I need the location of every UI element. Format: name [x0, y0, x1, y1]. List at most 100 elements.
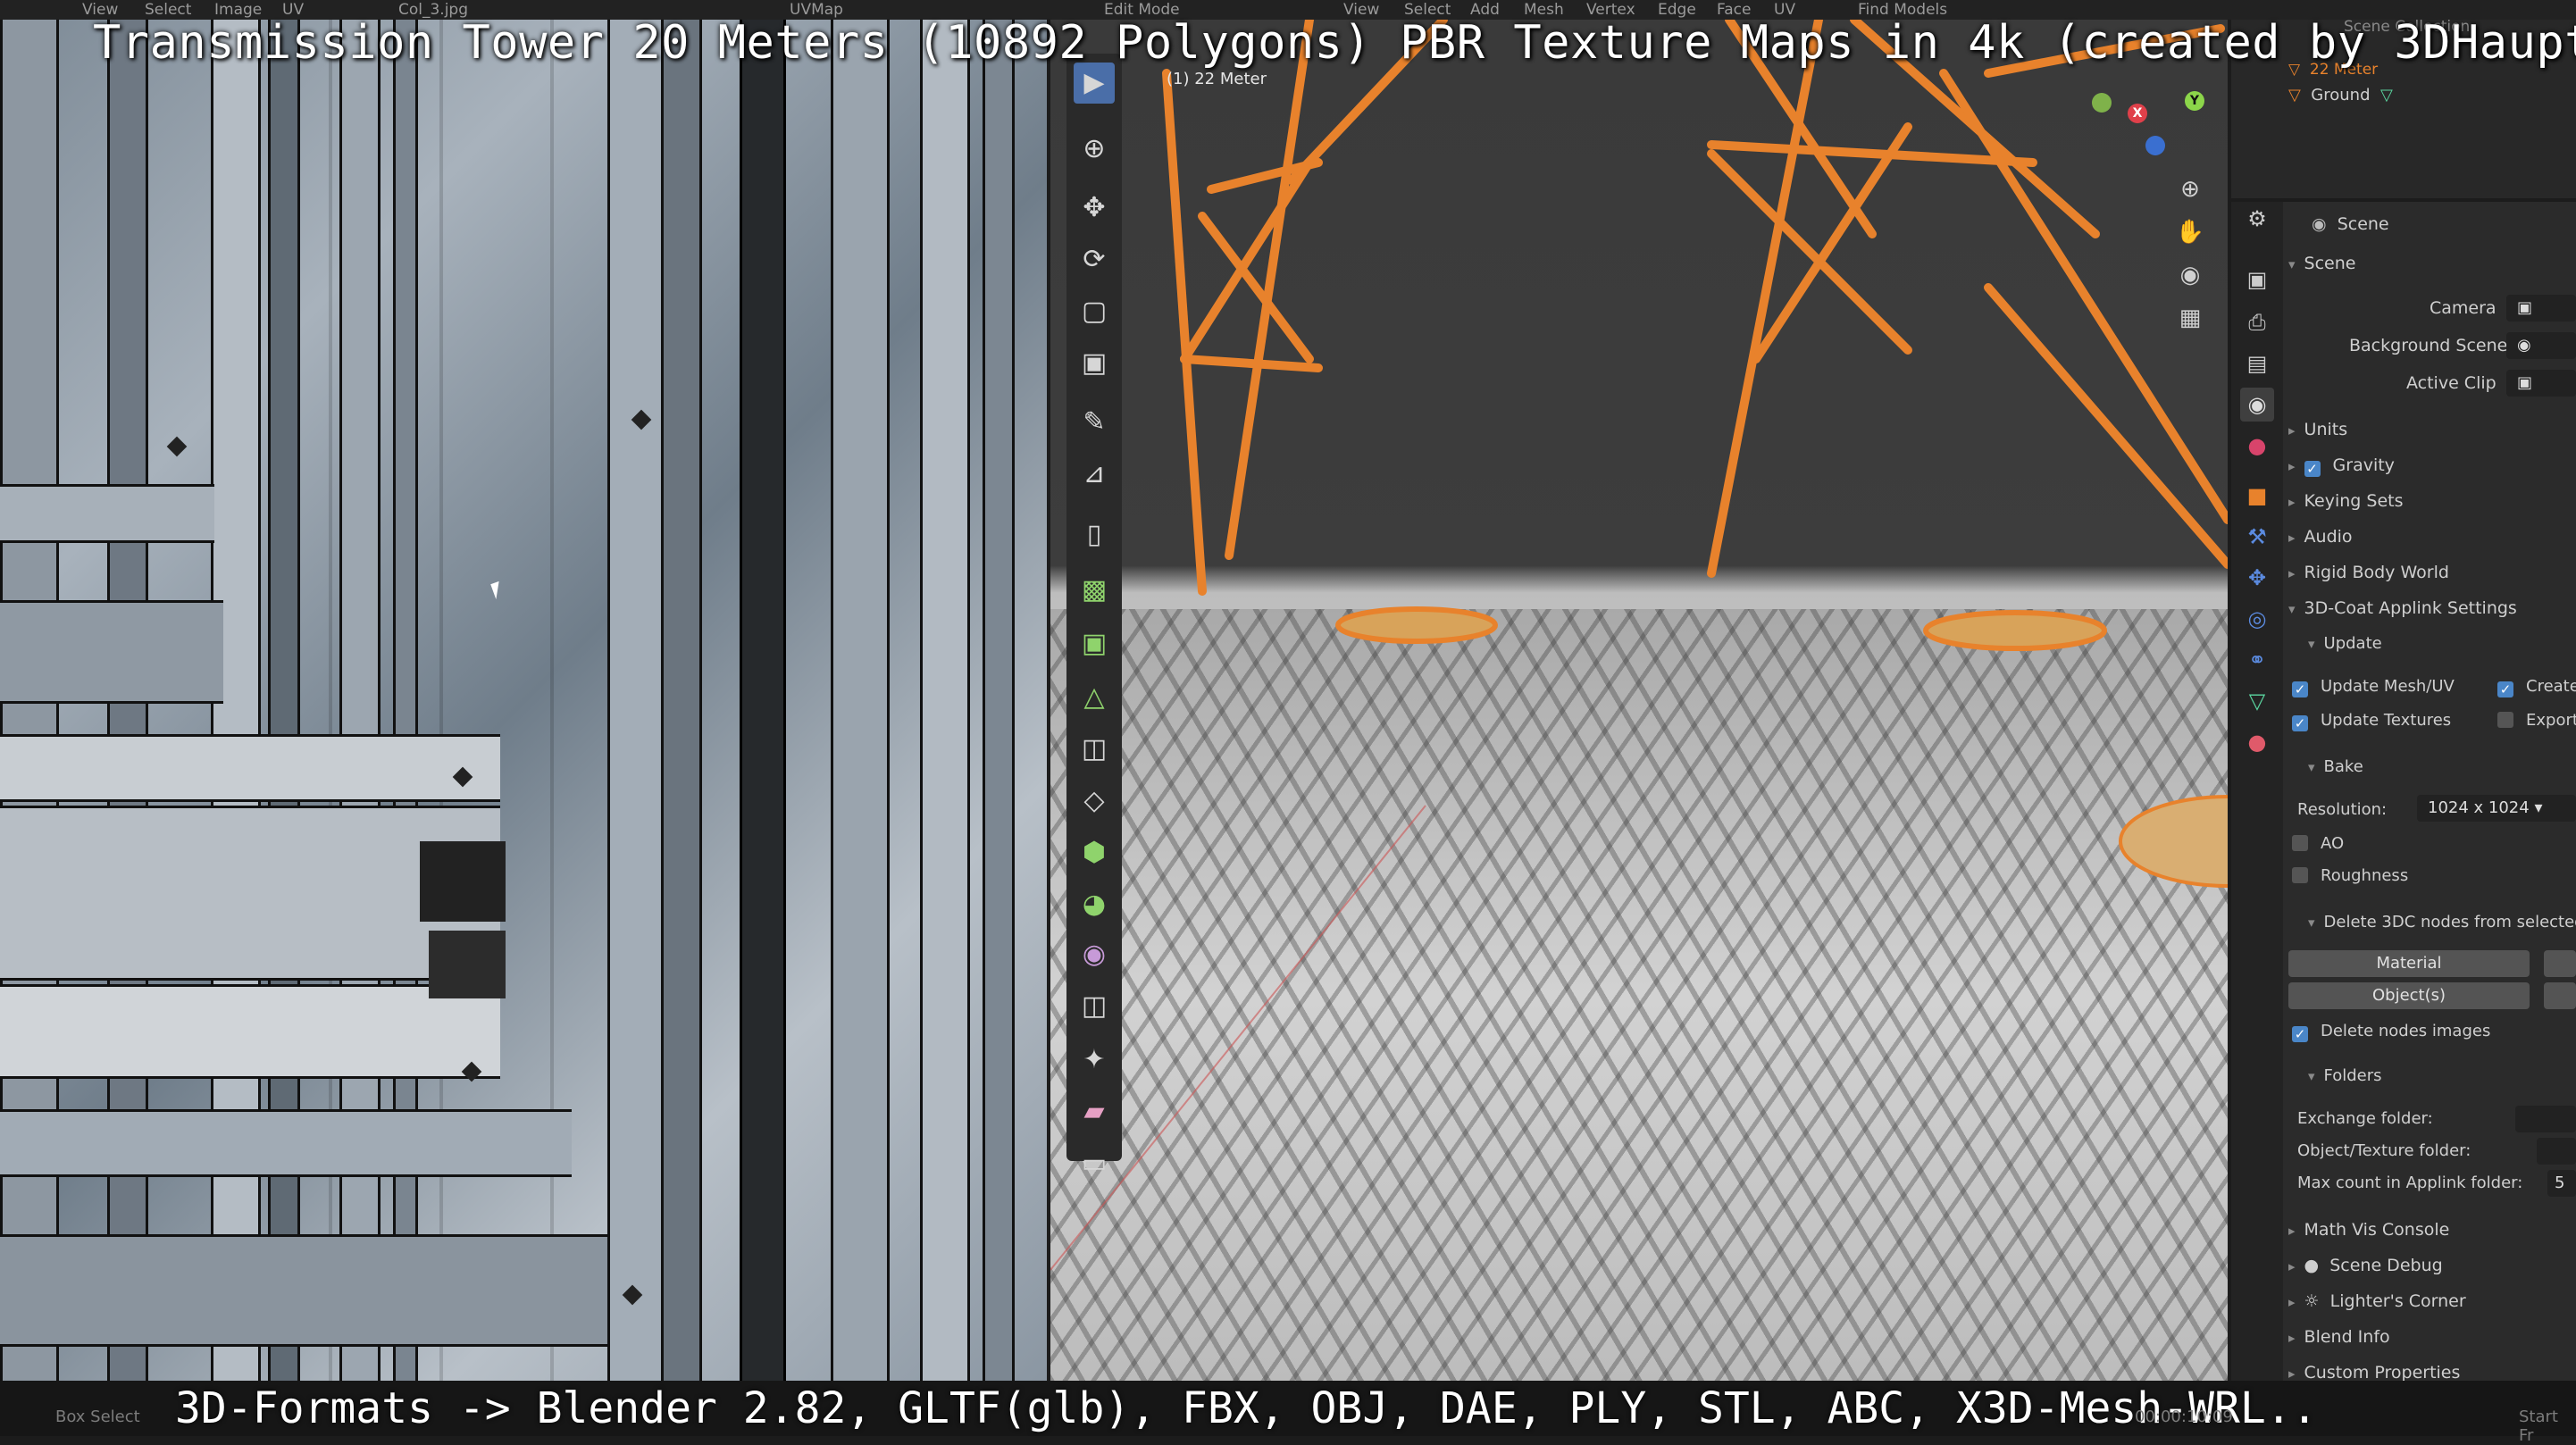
resolution-dropdown[interactable]: 1024 x 1024 ▾ [2417, 795, 2576, 822]
ortho-grid-icon[interactable]: ▦ [2170, 298, 2210, 338]
ao-checkbox[interactable] [2292, 835, 2308, 851]
panel-gravity[interactable]: Gravity [2288, 455, 2395, 477]
uv-island [339, 20, 381, 1384]
export-label: Export [2526, 711, 2576, 730]
material-tab-icon[interactable]: ● [2240, 725, 2274, 759]
zoom-icon[interactable]: ⊕ [2170, 170, 2210, 209]
edge-slide-icon[interactable]: ◫ [1074, 986, 1115, 1027]
object-texture-folder-field[interactable] [2537, 1138, 2576, 1165]
scene-icon: ◉ [2312, 214, 2327, 234]
delete-images-checkbox[interactable] [2292, 1026, 2308, 1042]
background-scene-field[interactable]: ◉ [2506, 332, 2576, 359]
panel-scene-debug[interactable]: ● Scene Debug [2288, 1256, 2443, 1275]
bevel-icon[interactable]: △ [1074, 677, 1115, 718]
gravity-checkbox[interactable] [2304, 461, 2321, 477]
panel-lighters-corner[interactable]: ☼ Lighter's Corner [2288, 1291, 2466, 1311]
loop-cut-icon[interactable]: ◫ [1074, 729, 1115, 770]
objects-button[interactable]: Object(s) [2288, 982, 2530, 1009]
3d-viewport[interactable]: (1) 22 Meter X Y ⊕ ✋ ◉ ▦ [1050, 20, 2228, 1384]
gizmo-y-axis[interactable]: Y [2185, 91, 2204, 111]
material-button[interactable]: Material [2288, 950, 2530, 977]
tool-tab-icon[interactable]: ⚙ [2240, 202, 2274, 236]
camera-label: Camera [2430, 298, 2497, 318]
exchange-folder-field[interactable] [2515, 1106, 2576, 1132]
panel-audio[interactable]: Audio [2288, 527, 2353, 547]
panel-rigid-body[interactable]: Rigid Body World [2288, 563, 2449, 582]
annotate-icon[interactable]: ✎ [1074, 402, 1115, 443]
delete-images-option[interactable]: Delete nodes images [2292, 1022, 2490, 1042]
subpanel-update[interactable]: Update [2308, 634, 2382, 653]
smooth-icon[interactable]: ◉ [1074, 934, 1115, 975]
panel-3dcoat-applink[interactable]: 3D-Coat Applink Settings [2288, 598, 2517, 618]
gizmo-z-axis[interactable] [2145, 136, 2165, 155]
move-icon[interactable]: ✥ [1074, 188, 1115, 229]
scene-tab-icon[interactable]: ◉ [2240, 388, 2274, 422]
panel-keying-sets[interactable]: Keying Sets [2288, 491, 2404, 511]
shrink-fatten-icon[interactable]: ✦ [1074, 1040, 1115, 1081]
uv-editor[interactable] [0, 20, 1047, 1384]
spin-icon[interactable]: ◕ [1074, 884, 1115, 925]
panel-scene-header[interactable]: Scene [2288, 254, 2356, 273]
panel-math-vis[interactable]: Math Vis Console [2288, 1220, 2450, 1240]
create-option[interactable]: Create [2497, 677, 2576, 697]
gizmo-x-axis[interactable]: X [2128, 104, 2147, 123]
update-mesh-checkbox[interactable] [2292, 681, 2308, 697]
inset-icon[interactable]: ▣ [1074, 623, 1115, 664]
create-label: Create [2526, 677, 2576, 696]
material-extra-button[interactable] [2544, 950, 2576, 977]
uv-island [0, 600, 223, 704]
update-mesh-option[interactable]: Update Mesh/UV [2292, 677, 2455, 697]
scale-icon[interactable]: ▢ [1074, 291, 1115, 332]
cursor-icon[interactable]: ⊕ [1074, 129, 1115, 170]
pan-hand-icon[interactable]: ✋ [2170, 213, 2210, 252]
uv-island [0, 734, 500, 802]
tower-wireframe [1050, 20, 2228, 1271]
transform-icon[interactable]: ▣ [1074, 343, 1115, 384]
tower-footing [1335, 606, 1498, 644]
constraints-tab-icon[interactable]: ⚭ [2240, 643, 2274, 677]
extrude-icon[interactable]: ▩ [1074, 570, 1115, 611]
outliner-item-ground[interactable]: ▽ Ground ▽ [2288, 86, 2393, 104]
roughness-checkbox[interactable] [2292, 867, 2308, 883]
roughness-option[interactable]: Roughness [2292, 866, 2408, 885]
box-select-status: Box Select [55, 1407, 140, 1426]
add-cube-icon[interactable]: ▯ [1074, 514, 1115, 555]
update-textures-option[interactable]: Update Textures [2292, 711, 2451, 731]
panel-custom-properties[interactable]: Custom Properties [2288, 1363, 2461, 1382]
knife-icon[interactable]: ◇ [1074, 781, 1115, 822]
modifier-tab-icon[interactable]: ⚒ [2240, 520, 2274, 554]
object-texture-folder-label: Object/Texture folder: [2297, 1141, 2471, 1160]
data-tab-icon[interactable]: ▽ [2240, 684, 2274, 718]
resolution-label: Resolution: [2297, 800, 2388, 819]
uv-island [268, 20, 300, 1384]
rip-region-icon[interactable]: ▭ [1074, 1143, 1115, 1184]
panel-units[interactable]: Units [2288, 420, 2348, 439]
subpanel-delete-nodes[interactable]: Delete 3DC nodes from selected [2308, 913, 2576, 931]
physics-tab-icon[interactable]: ◎ [2240, 602, 2274, 636]
poly-build-icon[interactable]: ⬢ [1074, 832, 1115, 873]
objects-extra-button[interactable] [2544, 982, 2576, 1009]
render-tab-icon[interactable]: ▣ [2240, 263, 2274, 297]
export-option[interactable]: Export [2497, 711, 2576, 730]
panel-blend-info[interactable]: Blend Info [2288, 1327, 2390, 1347]
export-checkbox[interactable] [2497, 712, 2513, 728]
camera-view-icon[interactable]: ◉ [2170, 255, 2210, 295]
output-tab-icon[interactable]: ⎙ [2240, 305, 2274, 339]
subpanel-bake[interactable]: Bake [2308, 757, 2363, 776]
subpanel-folders[interactable]: Folders [2308, 1066, 2382, 1085]
object-tab-icon[interactable]: ■ [2240, 479, 2274, 513]
measure-icon[interactable]: ⊿ [1074, 454, 1115, 495]
active-clip-field[interactable]: ▣ [2506, 370, 2576, 397]
particles-tab-icon[interactable]: ✥ [2240, 561, 2274, 595]
create-checkbox[interactable] [2497, 681, 2513, 697]
ao-option[interactable]: AO [2292, 834, 2344, 853]
roughness-label: Roughness [2321, 866, 2409, 885]
update-textures-checkbox[interactable] [2292, 715, 2308, 731]
camera-field[interactable]: ▣ [2506, 295, 2576, 322]
world-tab-icon[interactable]: ● [2240, 429, 2274, 463]
rotate-icon[interactable]: ⟳ [1074, 239, 1115, 280]
view-layer-tab-icon[interactable]: ▤ [2240, 347, 2274, 380]
shear-icon[interactable]: ▰ [1074, 1091, 1115, 1132]
max-count-field[interactable]: 5 [2547, 1170, 2576, 1197]
gizmo-y-neg[interactable] [2092, 93, 2112, 113]
